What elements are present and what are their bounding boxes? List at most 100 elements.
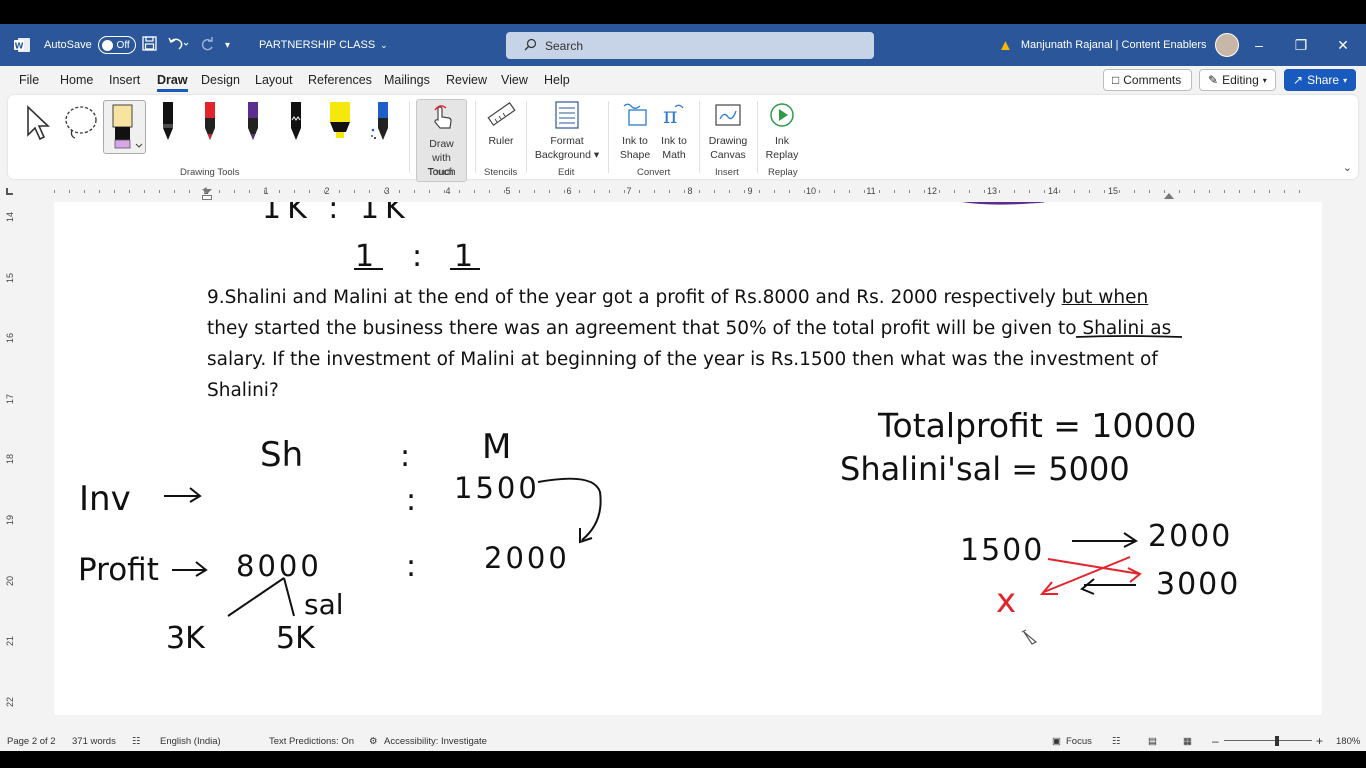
ink-to-math-icon: π (658, 99, 690, 131)
proofing-icon[interactable]: ☷ (132, 736, 141, 747)
document-name-label: PARTNERSHIP CLASS (259, 39, 376, 51)
pen-galaxy-icon[interactable] (284, 100, 308, 149)
left-indent-marker[interactable] (202, 195, 212, 200)
share-button[interactable]: ↗ Share ▾ (1284, 69, 1356, 91)
svg-text:π: π (663, 104, 677, 129)
language-indicator[interactable]: English (India) (160, 736, 221, 747)
text-predictions[interactable]: Text Predictions: On (269, 736, 354, 747)
ink-to-math-button[interactable]: π Ink to Math (655, 99, 693, 162)
tab-view[interactable]: View (501, 73, 528, 87)
editing-button[interactable]: ✎ Editing ▾ (1199, 69, 1276, 91)
warning-icon[interactable]: ▲ (998, 37, 1013, 54)
tab-review[interactable]: Review (446, 73, 487, 87)
ruler-tick (489, 190, 490, 193)
focus-button[interactable]: Focus (1066, 736, 1092, 747)
ink-layer: 1K : 1K 1 : 1 Sh : M Inv : 1500 Profit 8… (78, 202, 1238, 656)
ruler-tick (1029, 190, 1030, 193)
tab-help[interactable]: Help (544, 73, 570, 87)
horizontal-ruler[interactable]: 1 1 2 3 4 5 6 7 8 9 10 11 12 13 14 15 (0, 184, 1366, 200)
autosave-toggle[interactable]: Off (97, 36, 136, 54)
redo-icon[interactable] (199, 36, 215, 54)
ruler-tick (564, 190, 565, 193)
customize-qat-icon[interactable]: ▾ (225, 40, 230, 51)
ruler-number: 7 (626, 186, 632, 196)
ruler-tick (759, 190, 760, 193)
tab-home[interactable]: Home (60, 73, 93, 87)
zoom-out-icon[interactable]: – (1212, 734, 1219, 748)
comments-label: Comments (1123, 73, 1182, 87)
avatar[interactable] (1214, 33, 1239, 57)
restore-icon[interactable]: ❐ (1280, 37, 1322, 54)
group-label-stencils: Stencils (484, 167, 518, 178)
ink-to-shape-button[interactable]: Ink to Shape (616, 99, 654, 162)
ink-total-profit: Totalprofit = 10000 (877, 406, 1196, 445)
tab-references[interactable]: References (308, 73, 372, 87)
word-window: W AutoSave Off ▾ PARTNERSHIP CLASS ⌄ Sea… (0, 24, 1366, 751)
document-name[interactable]: PARTNERSHIP CLASS ⌄ (259, 24, 388, 66)
ruler-number: 10 (805, 186, 817, 196)
ruler-tick (474, 190, 475, 193)
ink-to-math-label-2: Math (662, 149, 686, 161)
ruler-tick (219, 190, 220, 193)
tab-stop-icon[interactable] (6, 188, 13, 195)
pen-black-icon[interactable] (156, 100, 180, 149)
ruler-button[interactable]: Ruler (484, 99, 518, 148)
lasso-select-icon[interactable] (63, 103, 99, 148)
group-label-drawing-tools: Drawing Tools (180, 167, 240, 178)
zoom-slider-thumb[interactable] (1275, 736, 1279, 746)
ruler-label: Ruler (488, 135, 514, 147)
print-layout-icon[interactable]: ▤ (1148, 736, 1157, 747)
tab-insert[interactable]: Insert (109, 73, 140, 87)
pen-purple-icon[interactable] (241, 100, 265, 149)
format-background-button[interactable]: Format Background ▾ (532, 99, 602, 162)
ink-replay-button[interactable]: Ink Replay (764, 99, 800, 162)
ruler-tick (54, 190, 55, 193)
collapse-ribbon-icon[interactable]: ⌄ (1343, 161, 1352, 174)
ruler-tick (954, 190, 955, 193)
document-page[interactable]: 9.Shalini and Malini at the end of the y… (54, 202, 1322, 715)
zoom-level[interactable]: 180% (1336, 736, 1360, 747)
undo-icon[interactable] (167, 36, 189, 54)
highlighter-yellow-icon[interactable] (326, 100, 354, 149)
accessibility-status[interactable]: Accessibility: Investigate (384, 736, 487, 747)
tab-layout[interactable]: Layout (255, 73, 293, 87)
read-mode-icon[interactable]: ☷ (1112, 736, 1121, 747)
comments-button[interactable]: □ Comments (1103, 69, 1192, 91)
ruler-number: 15 (5, 272, 16, 284)
select-arrow-icon[interactable] (22, 103, 54, 148)
ruler-tick (1089, 190, 1090, 193)
tab-mailings[interactable]: Mailings (384, 73, 430, 87)
drawing-canvas-button[interactable]: Drawing Canvas (706, 99, 750, 162)
draw-ribbon: Drawing Tools Draw with Touch Touch Rule… (8, 95, 1358, 182)
ruler-tick (459, 190, 460, 193)
word-logo-icon[interactable]: W (12, 24, 32, 66)
ruler-tick (1224, 190, 1225, 193)
tab-draw[interactable]: Draw (157, 73, 188, 92)
word-count[interactable]: 371 words (72, 736, 116, 747)
tab-design[interactable]: Design (201, 73, 240, 87)
underline-ink (1075, 335, 1183, 338)
close-icon[interactable]: ✕ (1322, 37, 1364, 54)
eraser-tool[interactable] (103, 100, 146, 154)
minimize-icon[interactable]: – (1238, 37, 1280, 53)
ink-top-ratio-partial: 1K : 1K (262, 202, 411, 226)
chevron-down-icon: ▾ (1262, 75, 1267, 85)
ruler-tick (99, 190, 100, 193)
ruler-tick (1044, 190, 1045, 193)
zoom-slider[interactable] (1224, 740, 1312, 741)
search-input[interactable]: Search (506, 32, 874, 59)
vertical-ruler[interactable]: 14 15 16 17 18 19 20 21 22 (0, 202, 22, 722)
tab-file[interactable]: File (19, 73, 39, 87)
page-indicator[interactable]: Page 2 of 2 (7, 736, 56, 747)
autosave-control[interactable]: AutoSave Off (44, 24, 136, 66)
pen-blue-sparkle-icon[interactable] (369, 100, 393, 149)
zoom-in-icon[interactable]: + (1316, 734, 1323, 748)
right-indent-marker[interactable] (1164, 193, 1174, 199)
first-line-indent-marker[interactable] (202, 189, 212, 194)
save-icon[interactable] (142, 36, 157, 54)
web-layout-icon[interactable]: ▦ (1183, 736, 1192, 747)
ribbon-separator (608, 101, 609, 173)
pen-red-icon[interactable] (198, 100, 222, 149)
user-area[interactable]: ▲ Manjunath Rajanal | Content Enablers (998, 24, 1239, 66)
group-label-touch: Touch (428, 167, 454, 178)
